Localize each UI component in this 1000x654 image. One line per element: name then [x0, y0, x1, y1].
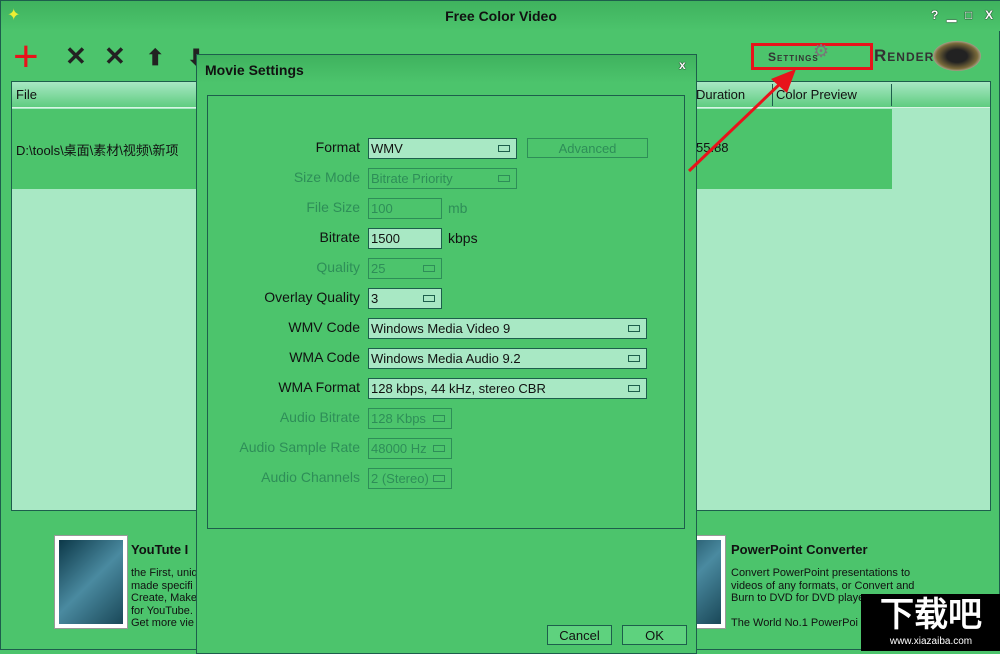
watermark-logo: 下载吧 [880, 596, 982, 634]
watermark-url: www.xiazaiba.com [889, 636, 973, 647]
annotation-arrow [687, 69, 796, 173]
watermark: 下载吧 www.xiazaiba.com [861, 594, 1000, 651]
app-window: ✦ Free Color Video ? ▁ □ X + ✕ ✕ ⬆ ⬇ ⚙ S… [0, 0, 1000, 654]
